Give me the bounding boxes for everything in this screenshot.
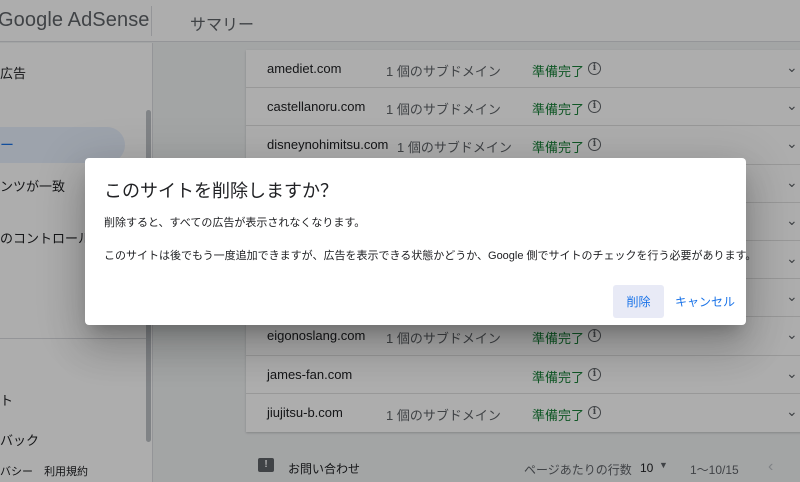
dialog-detail: このサイトは後でもう一度追加できますが、広告を表示できる状態かどうか、Googl… — [104, 250, 757, 262]
dialog-title: このサイトを削除しますか？ — [104, 181, 338, 201]
cancel-button[interactable]: キャンセル — [671, 285, 739, 318]
dialog-message: 削除すると、すべての広告が表示されなくなります。 — [104, 217, 366, 229]
delete-site-dialog: このサイトを削除しますか？ 削除すると、すべての広告が表示されなくなります。 こ… — [85, 158, 756, 325]
delete-button[interactable]: 削除 — [613, 285, 664, 318]
